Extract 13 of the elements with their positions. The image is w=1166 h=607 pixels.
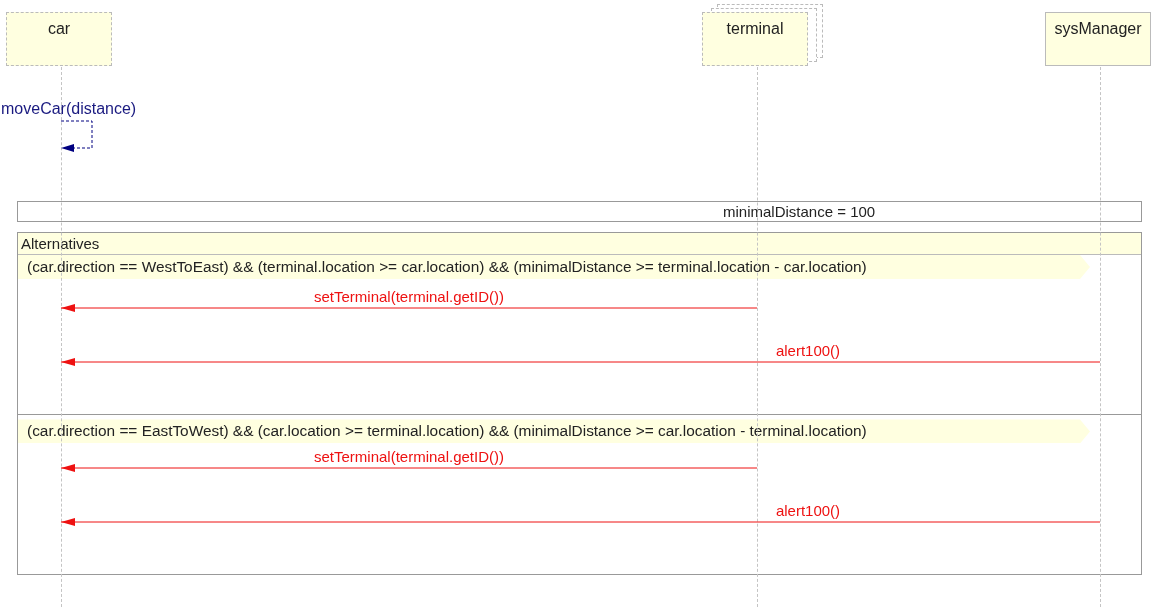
note-text: minimalDistance = 100 (723, 203, 876, 220)
message-label: alert100() (775, 502, 841, 519)
lifeline-name: car (47, 20, 71, 39)
message-label: setTerminal(terminal.getID()) (314, 448, 504, 465)
guard-condition: (car.direction == WestToEast) && (terminal.location >= car.location) && (minimalDistance >= terminal.location - car.location) (18, 254, 1090, 279)
lifeline-name: sysManager (1054, 20, 1142, 39)
lifeline-name: terminal (726, 20, 784, 39)
guard-condition: (car.direction == EastToWest) && (car.location >= terminal.location) && (minimalDistance >= car.location - terminal.location) (18, 419, 1090, 444)
message-label: setTerminal(terminal.getID()) (314, 288, 504, 305)
fragment-title: Alternatives (18, 233, 1141, 255)
message-label: moveCar(distance) (1, 100, 137, 118)
message-label: alert100() (775, 342, 841, 359)
self-message-arrow (60, 120, 96, 152)
